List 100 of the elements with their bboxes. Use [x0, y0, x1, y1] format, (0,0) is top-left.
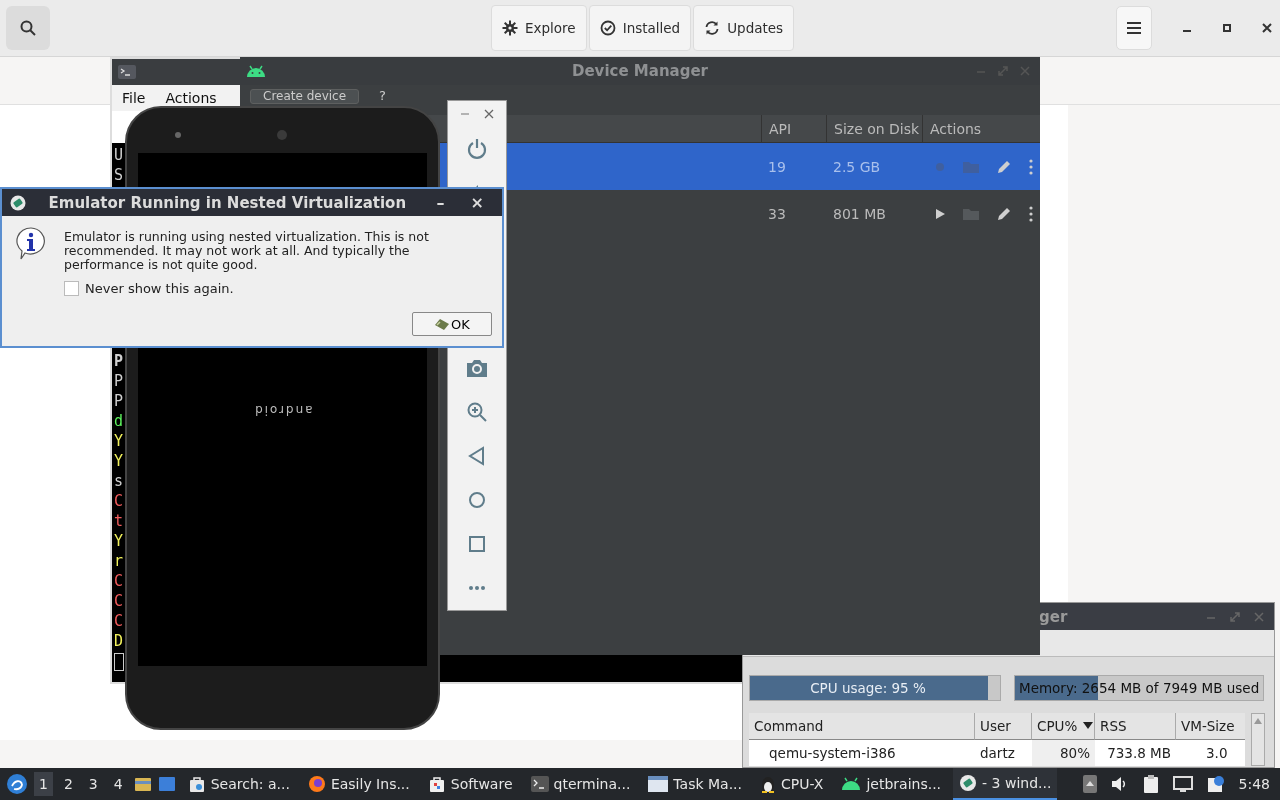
boot-logo: android: [252, 402, 313, 417]
terminal-text: C: [114, 611, 124, 631]
search-icon: [19, 19, 37, 37]
help-button[interactable]: ?: [375, 89, 390, 103]
api-level: 33: [768, 205, 786, 222]
camera-dot: [277, 130, 287, 140]
column-header[interactable]: Actions: [922, 115, 1040, 142]
view-tab[interactable]: Explore: [491, 5, 587, 51]
close-icon[interactable]: [1262, 23, 1273, 33]
terminal-text: r: [114, 551, 124, 571]
menu-button[interactable]: [1116, 6, 1153, 50]
dialog-message: Emulator is running using nested virtualization. This is not recommended. It may not work at all. And typically the performance is not quite good.: [64, 230, 430, 272]
menu-item[interactable]: Actions: [165, 90, 217, 106]
taskbar-button[interactable]: jetbrains...: [835, 768, 948, 800]
file-manager-icon[interactable]: [133, 775, 152, 793]
terminal-text: Y: [114, 531, 124, 551]
bag-icon: [427, 775, 446, 793]
never-show-checkbox[interactable]: Never show this again.: [64, 281, 492, 296]
menu-icon: [1126, 21, 1143, 35]
scroll-up-icon[interactable]: [1254, 718, 1262, 724]
menu-item[interactable]: File: [122, 90, 146, 106]
terminal-text: D: [114, 631, 124, 651]
clock: 5:48: [1238, 776, 1270, 792]
notification-icon[interactable]: [1206, 775, 1225, 793]
terminal-text: C: [114, 591, 124, 611]
camera-icon[interactable]: [466, 358, 488, 379]
maximize-icon[interactable]: [1222, 23, 1233, 33]
table-cell-text: 3.0: [1205, 744, 1229, 763]
workspace-button[interactable]: 2: [58, 772, 78, 796]
clipboard-icon[interactable]: [1142, 775, 1159, 793]
taskbar-button[interactable]: CPU-X: [754, 768, 830, 800]
refresh-icon: [704, 20, 721, 36]
terminal-text: P: [114, 371, 124, 391]
workspace-button[interactable]: 3: [83, 772, 103, 796]
view-tab[interactable]: Updates: [693, 5, 795, 51]
terminal-text: s: [114, 471, 124, 491]
gear-icon: [502, 20, 518, 36]
view-tab[interactable]: Installed: [588, 5, 692, 51]
window-title: ger: [1039, 607, 1068, 626]
window-title: Device Manager: [572, 62, 708, 80]
info-icon: [14, 226, 48, 260]
start-menu-icon[interactable]: [6, 773, 28, 795]
speaker-dot: [175, 132, 181, 138]
column-header[interactable]: Size on Disk: [826, 115, 922, 142]
cursor: [114, 653, 124, 671]
pencil-icon[interactable]: [996, 205, 1012, 222]
home-icon[interactable]: [468, 491, 486, 510]
taskbar-button[interactable]: Search: a...: [181, 768, 296, 800]
bag-icon: [187, 775, 206, 793]
pencil-icon[interactable]: [996, 158, 1012, 175]
column-header[interactable]: User: [975, 713, 1032, 740]
create-device-button[interactable]: Create device: [250, 89, 360, 104]
back-icon[interactable]: [468, 446, 486, 467]
column-header[interactable]: Command: [749, 713, 975, 740]
api-level: 19: [768, 158, 786, 175]
terminal-icon: [530, 776, 549, 792]
emulator-icon: [959, 774, 978, 792]
zoom-in-icon[interactable]: [466, 401, 488, 424]
scrollbar[interactable]: [1251, 713, 1265, 766]
workspace-button[interactable]: 1: [34, 772, 53, 796]
minimize-button[interactable]: –: [428, 193, 453, 212]
terminal-text: C: [114, 571, 124, 591]
terminal-text: Y: [114, 431, 124, 451]
more-icon[interactable]: [468, 585, 486, 591]
close-icon[interactable]: [484, 108, 494, 119]
network-icon[interactable]: [1172, 776, 1193, 792]
taskbar-button[interactable]: Easily Ins...: [301, 768, 416, 800]
android-icon: [841, 777, 862, 791]
taskbar-button[interactable]: Software: [421, 768, 519, 800]
taskbar-button[interactable]: qtermina...: [524, 768, 637, 800]
taskbar-button[interactable]: Task Ma...: [642, 768, 749, 800]
column-header[interactable]: RSS: [1095, 713, 1176, 740]
terminal-text: P: [114, 351, 124, 371]
disk-size: 2.5 GB: [833, 158, 881, 175]
terminal-icon: [118, 65, 136, 79]
table-cell-text: qemu-system-i386: [768, 744, 897, 763]
check-circle-icon: [599, 20, 616, 36]
dialog-title: Emulator Running in Nested Virtualization: [47, 193, 408, 212]
ok-button[interactable]: OK: [412, 312, 492, 336]
column-header[interactable]: API: [761, 115, 826, 142]
search-button[interactable]: [6, 6, 50, 50]
terminal-text: P: [114, 391, 124, 411]
browser-icon: [307, 775, 326, 793]
taskbar-button[interactable]: - 3 wind...: [953, 768, 1058, 800]
disk-size: 801 MB: [833, 205, 886, 222]
emulator-icon: [10, 194, 26, 211]
more-icon[interactable]: [1029, 158, 1033, 175]
overview-icon[interactable]: [469, 536, 485, 553]
workspace-button[interactable]: 4: [108, 772, 128, 796]
table-cell: 80%: [1032, 740, 1095, 766]
terminal-text: U: [114, 145, 124, 165]
terminal-text: C: [114, 491, 124, 511]
terminal-text: d: [114, 411, 124, 431]
close-button[interactable]: ×: [462, 193, 492, 212]
power-icon[interactable]: [466, 137, 488, 160]
terminal-text: S: [114, 165, 124, 185]
desktop-icon[interactable]: [157, 775, 176, 793]
more-icon[interactable]: [1029, 205, 1033, 222]
play-icon[interactable]: [934, 207, 946, 220]
meter-label: CPU usage: 95 %: [809, 680, 927, 696]
